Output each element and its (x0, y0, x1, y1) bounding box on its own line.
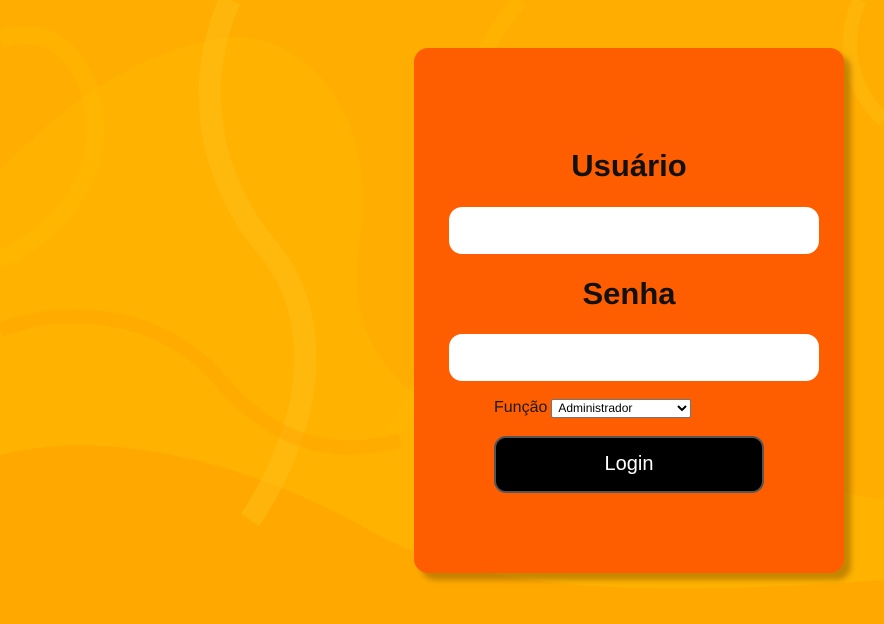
role-row: Função Administrador (494, 398, 692, 418)
role-label: Função (494, 399, 548, 416)
login-card: Usuário Senha Função Administrador Login (414, 48, 844, 573)
username-label: Usuário (571, 148, 687, 183)
password-input[interactable] (449, 334, 819, 381)
login-button[interactable]: Login (494, 436, 764, 493)
role-select[interactable]: Administrador (551, 398, 692, 418)
password-label: Senha (582, 276, 676, 311)
username-input[interactable] (449, 207, 819, 254)
